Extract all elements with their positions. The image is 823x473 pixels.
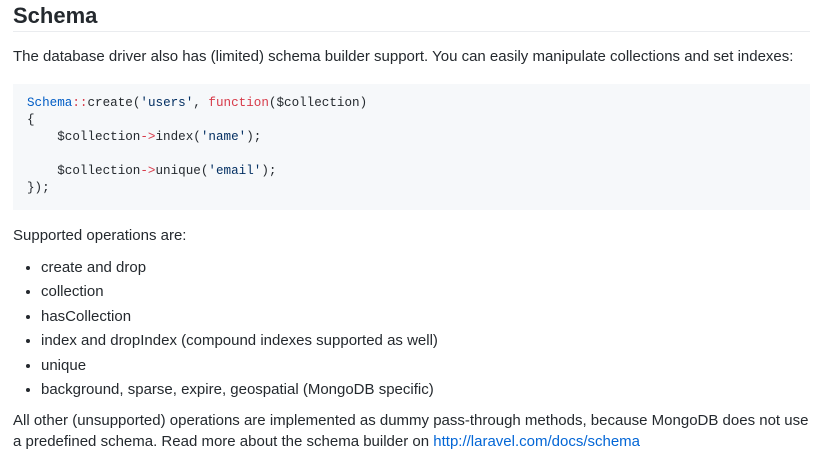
list-item: index and dropIndex (compound indexes su… — [41, 331, 810, 351]
code-class-name: Schema — [27, 96, 73, 110]
code-variable: $collection — [57, 164, 141, 178]
operations-list: create and drop collection hasCollection… — [13, 258, 810, 400]
outro-paragraph: All other (unsupported) operations are i… — [13, 410, 810, 452]
code-operator: :: — [72, 96, 88, 110]
code-method: index( — [155, 130, 201, 144]
list-item: hasCollection — [41, 307, 810, 327]
code-line-6: }); — [27, 181, 50, 195]
code-line-3: $collection->index('name'); — [27, 130, 261, 144]
list-item: create and drop — [41, 258, 810, 278]
code-operator: -> — [140, 130, 156, 144]
code-args: ($collection) — [268, 96, 368, 110]
code-line-2: { — [27, 113, 35, 127]
list-item: unique — [41, 356, 810, 376]
code-variable: $collection — [57, 130, 141, 144]
list-item: collection — [41, 282, 810, 302]
code-keyword: function — [208, 96, 269, 110]
intro-paragraph: The database driver also has (limited) s… — [13, 48, 794, 65]
schema-docs-link[interactable]: http://laravel.com/docs/schema — [433, 433, 640, 450]
code-string: 'users' — [140, 96, 194, 110]
code-line-5: $collection->unique('email'); — [27, 164, 276, 178]
code-close: ); — [246, 130, 262, 144]
code-block: Schema::create('users', function($collec… — [13, 84, 810, 210]
list-item: background, sparse, expire, geospatial (… — [41, 380, 810, 400]
code-line-1: Schema::create('users', function($collec… — [27, 96, 367, 110]
section-heading: Schema — [13, 0, 810, 32]
code-method: unique( — [155, 164, 209, 178]
code-close: ); — [261, 164, 277, 178]
code-operator: -> — [140, 164, 156, 178]
code-string: 'name' — [200, 130, 247, 144]
outro-text: All other (unsupported) operations are i… — [13, 411, 809, 450]
supported-label: Supported operations are: — [13, 227, 187, 244]
markdown-body: Schema The database driver also has (lim… — [0, 0, 823, 473]
code-separator: , — [193, 96, 209, 110]
code-string: 'email' — [208, 164, 262, 178]
code-method: create( — [87, 96, 141, 110]
